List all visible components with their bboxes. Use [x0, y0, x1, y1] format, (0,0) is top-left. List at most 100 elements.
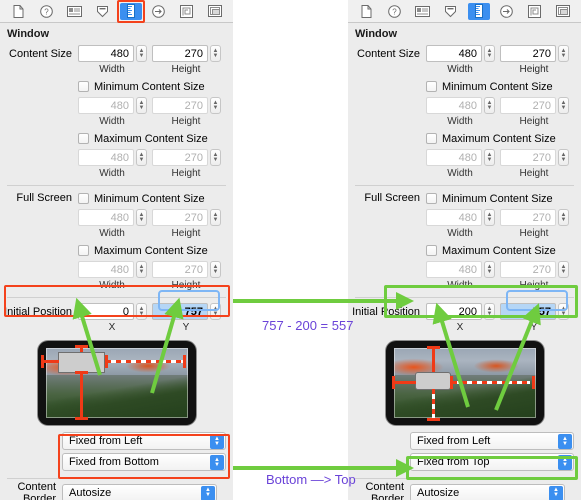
max-content-size-label: Maximum Content Size [442, 133, 556, 145]
min-content-size-checkbox-row[interactable]: Minimum Content Size [0, 78, 233, 95]
content-border-popup[interactable]: Autosize ▲▼ [62, 484, 217, 500]
caption-x: X [432, 322, 488, 334]
fs-max-width-stepper[interactable]: ▲▼ [484, 261, 495, 278]
max-content-size-checkbox-row[interactable]: Maximum Content Size [0, 130, 233, 147]
min-content-size-checkbox-row[interactable]: Minimum Content Size [348, 78, 581, 95]
size-inspector-icon[interactable] [120, 3, 142, 20]
content-width-stepper[interactable]: ▲▼ [136, 45, 147, 62]
min-content-size-checkbox[interactable] [426, 81, 437, 92]
content-border-popup[interactable]: Autosize ▲▼ [410, 484, 565, 500]
content-width-input[interactable] [426, 45, 482, 62]
file-inspector-icon[interactable] [355, 3, 377, 20]
fullscreen-min-checkbox-row[interactable]: Full Screen Minimum Content Size [0, 190, 233, 207]
guide-cap-mid [450, 376, 453, 389]
fs-min-width-stepper[interactable]: ▲▼ [484, 209, 495, 226]
content-size-label: Content Size [0, 48, 78, 60]
chevron-updown-icon[interactable]: ▲▼ [201, 486, 215, 500]
initial-position-highlight-box [384, 285, 578, 318]
fs-min-width-stepper[interactable]: ▲▼ [136, 209, 147, 226]
min-height-stepper[interactable]: ▲▼ [210, 97, 221, 114]
chevron-updown-icon[interactable]: ▲▼ [558, 434, 572, 449]
content-height-input[interactable] [500, 45, 556, 62]
min-height-stepper[interactable]: ▲▼ [558, 97, 569, 114]
fs-max-height-stepper[interactable]: ▲▼ [558, 261, 569, 278]
max-height-input[interactable] [500, 149, 556, 166]
content-width-input[interactable] [78, 45, 134, 62]
min-content-size-checkbox[interactable] [78, 81, 89, 92]
min-content-size-label: Minimum Content Size [94, 81, 205, 93]
horizontal-dashed-guide [106, 360, 185, 363]
attributes-inspector-icon[interactable] [439, 3, 461, 20]
max-width-stepper[interactable]: ▲▼ [484, 149, 495, 166]
fullscreen-min-checkbox[interactable] [78, 193, 89, 204]
max-content-size-row: ▲▼ ▲▼ [348, 148, 581, 167]
fullscreen-max-checkbox-row[interactable]: Maximum Content Size [0, 242, 233, 259]
fullscreen-max-checkbox[interactable] [78, 245, 89, 256]
content-width-stepper[interactable]: ▲▼ [484, 45, 495, 62]
guide-cap-right [532, 376, 535, 389]
window-position-preview[interactable] [0, 341, 233, 425]
attributes-inspector-icon[interactable] [91, 3, 113, 20]
caption-height: Height [158, 64, 214, 76]
fullscreen-max-checkbox-row[interactable]: Maximum Content Size [348, 242, 581, 259]
min-width-input[interactable] [426, 97, 482, 114]
left-inspector-toolbar[interactable]: ? [0, 0, 233, 23]
bindings-inspector-icon[interactable] [524, 3, 546, 20]
caption-height: Height [506, 168, 562, 180]
max-content-size-checkbox-row[interactable]: Maximum Content Size [348, 130, 581, 147]
quick-help-icon[interactable]: ? [383, 3, 405, 20]
min-height-input[interactable] [500, 97, 556, 114]
size-inspector-icon[interactable] [468, 3, 490, 20]
fs-max-width-stepper[interactable]: ▲▼ [136, 261, 147, 278]
max-content-size-row: ▲▼ ▲▼ [0, 148, 233, 167]
max-height-stepper[interactable]: ▲▼ [210, 149, 221, 166]
caption-height: Height [158, 116, 214, 128]
guide-cap-title [75, 345, 88, 348]
max-height-stepper[interactable]: ▲▼ [558, 149, 569, 166]
fs-max-width-input[interactable] [78, 261, 134, 278]
caption-width: Width [84, 168, 140, 180]
content-height-stepper[interactable]: ▲▼ [558, 45, 569, 62]
view-effects-inspector-icon[interactable] [552, 3, 574, 20]
min-width-stepper[interactable]: ▲▼ [484, 97, 495, 114]
connections-inspector-icon[interactable] [148, 3, 170, 20]
max-width-input[interactable] [426, 149, 482, 166]
fullscreen-min-captions: Width Height [0, 228, 233, 240]
max-content-size-checkbox[interactable] [78, 133, 89, 144]
file-inspector-icon[interactable] [7, 3, 29, 20]
view-effects-inspector-icon[interactable] [204, 3, 226, 20]
fs-max-height-stepper[interactable]: ▲▼ [210, 261, 221, 278]
fs-min-height-input[interactable] [152, 209, 208, 226]
bindings-inspector-icon[interactable] [176, 3, 198, 20]
right-inspector-toolbar[interactable]: ? [348, 0, 581, 23]
horizontal-dashed-guide [452, 381, 530, 384]
quick-help-icon[interactable]: ? [35, 3, 57, 20]
identity-inspector-icon[interactable] [411, 3, 433, 20]
max-width-input[interactable] [78, 149, 134, 166]
min-width-stepper[interactable]: ▲▼ [136, 97, 147, 114]
content-height-stepper[interactable]: ▲▼ [210, 45, 221, 62]
window-position-preview[interactable] [348, 341, 581, 425]
fs-min-height-stepper[interactable]: ▲▼ [558, 209, 569, 226]
horizontal-anchor-popup[interactable]: Fixed from Left ▲▼ [410, 432, 574, 450]
min-height-input[interactable] [152, 97, 208, 114]
fs-min-height-stepper[interactable]: ▲▼ [210, 209, 221, 226]
max-height-input[interactable] [152, 149, 208, 166]
fs-max-height-input[interactable] [500, 261, 556, 278]
fs-min-height-input[interactable] [500, 209, 556, 226]
identity-inspector-icon[interactable] [63, 3, 85, 20]
fs-max-height-input[interactable] [152, 261, 208, 278]
fullscreen-min-checkbox-row[interactable]: Full Screen Minimum Content Size [348, 190, 581, 207]
max-width-stepper[interactable]: ▲▼ [136, 149, 147, 166]
chevron-updown-icon[interactable]: ▲▼ [549, 486, 563, 500]
fullscreen-min-label: Minimum Content Size [94, 193, 205, 205]
fs-min-width-input[interactable] [426, 209, 482, 226]
min-width-input[interactable] [78, 97, 134, 114]
max-content-size-checkbox[interactable] [426, 133, 437, 144]
fullscreen-max-checkbox[interactable] [426, 245, 437, 256]
fs-max-width-input[interactable] [426, 261, 482, 278]
content-height-input[interactable] [152, 45, 208, 62]
fullscreen-min-checkbox[interactable] [426, 193, 437, 204]
fs-min-width-input[interactable] [78, 209, 134, 226]
connections-inspector-icon[interactable] [496, 3, 518, 20]
